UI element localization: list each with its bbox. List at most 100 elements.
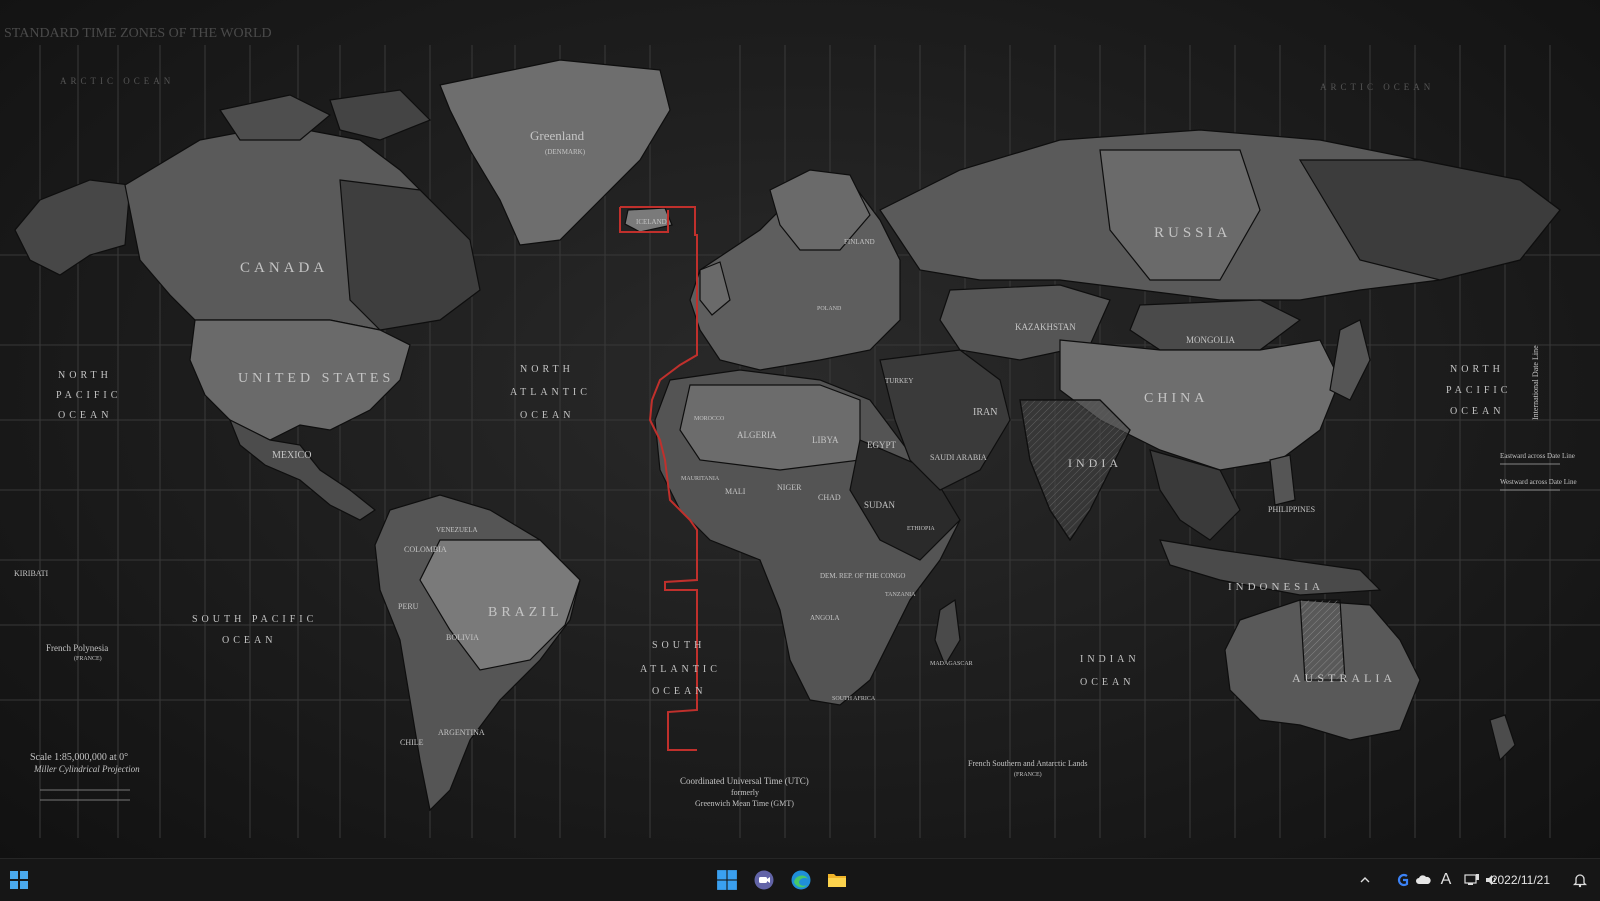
tray-ime[interactable]: A bbox=[1436, 859, 1456, 901]
label-north-pacific-east-1: NORTH bbox=[1450, 364, 1504, 375]
landmass-new-zealand bbox=[1489, 714, 1516, 762]
label-date-line: International Date Line bbox=[1531, 345, 1540, 420]
label-united-states: UNITED STATES bbox=[238, 371, 394, 386]
label-bolivia: BOLIVIA bbox=[446, 633, 479, 642]
landmass-japan bbox=[1329, 319, 1371, 401]
windows-logo-icon bbox=[717, 870, 737, 890]
label-kiribati: KIRIBATI bbox=[14, 569, 49, 578]
label-china: CHINA bbox=[1144, 391, 1208, 406]
label-north-atlantic-3: OCEAN bbox=[520, 410, 574, 421]
label-madagascar: MADAGASCAR bbox=[930, 661, 973, 667]
label-greenland: Greenland bbox=[530, 128, 585, 143]
show-hidden-icons-button[interactable] bbox=[1354, 859, 1376, 901]
label-australia: AUSTRALIA bbox=[1292, 671, 1396, 685]
label-brazil: BRAZIL bbox=[488, 605, 563, 620]
taskbar-clock-date[interactable]: 2022/11/21 bbox=[1491, 873, 1550, 887]
label-north-pacific-3: OCEAN bbox=[58, 410, 112, 421]
label-eastward: Eastward across Date Line bbox=[1500, 452, 1575, 460]
label-argentina: ARGENTINA bbox=[438, 728, 485, 737]
label-south-africa: SOUTH AFRICA bbox=[832, 696, 876, 702]
label-egypt: EGYPT bbox=[867, 440, 897, 450]
label-mongolia: MONGOLIA bbox=[1186, 335, 1235, 345]
label-scale: Scale 1:85,000,000 at 0° bbox=[30, 752, 128, 763]
label-mali: MALI bbox=[725, 487, 746, 496]
label-arctic: ARCTIC OCEAN bbox=[60, 76, 174, 86]
tray-network[interactable] bbox=[1462, 859, 1482, 901]
label-south-atlantic-1: SOUTH bbox=[652, 640, 705, 651]
label-indonesia: INDONESIA bbox=[1228, 581, 1324, 593]
label-libya: LIBYA bbox=[812, 435, 839, 445]
label-arctic-east: ARCTIC OCEAN bbox=[1320, 82, 1434, 92]
chevron-up-icon bbox=[1360, 877, 1370, 883]
label-sudan: SUDAN bbox=[864, 500, 896, 510]
label-north-atlantic-2: ATLANTIC bbox=[510, 387, 591, 398]
label-french-southern: French Southern and Antarctic Lands bbox=[968, 759, 1088, 768]
notification-bell-icon bbox=[1573, 874, 1587, 888]
date-line-annotations: International Date Line Eastward across … bbox=[1500, 345, 1577, 491]
network-icon bbox=[1464, 874, 1479, 885]
label-niger: NIGER bbox=[777, 483, 802, 492]
ime-icon: A bbox=[1440, 871, 1452, 888]
label-poland: POLAND bbox=[817, 306, 842, 312]
scale-legend: Scale 1:85,000,000 at 0° Miller Cylindri… bbox=[30, 752, 140, 801]
label-utc-2: formerly bbox=[731, 788, 759, 797]
landmass-north-africa bbox=[679, 384, 861, 471]
label-mauritania: MAURITANIA bbox=[681, 476, 720, 482]
label-ethiopia: ETHIOPIA bbox=[907, 526, 935, 532]
teams-chat-icon bbox=[754, 870, 774, 890]
label-south-pacific-2: OCEAN bbox=[222, 635, 276, 646]
file-explorer-icon bbox=[828, 874, 846, 887]
label-south-atlantic-2: ATLANTIC bbox=[640, 664, 721, 675]
desktop-wallpaper: STANDARD TIME ZONES OF THE WORLD CANADA … bbox=[0, 0, 1600, 858]
label-projection: Miller Cylindrical Projection bbox=[33, 764, 140, 774]
label-north-pacific-east-2: PACIFIC bbox=[1446, 385, 1511, 396]
file-explorer-button[interactable] bbox=[821, 864, 853, 896]
onedrive-cloud-icon bbox=[1416, 875, 1431, 884]
label-iceland: ICELAND bbox=[636, 218, 667, 226]
utc-note: Coordinated Universal Time (UTC) formerl… bbox=[680, 776, 809, 808]
start-button[interactable] bbox=[3, 864, 35, 896]
label-indian-1: INDIAN bbox=[1080, 654, 1140, 665]
taskbar: A 2022/11/21 bbox=[0, 858, 1600, 901]
label-venezuela: VENEZUELA bbox=[436, 526, 478, 534]
label-mexico: MEXICO bbox=[272, 450, 311, 461]
label-french-polynesia-sub: (FRANCE) bbox=[74, 655, 102, 662]
label-india: INDIA bbox=[1068, 456, 1122, 470]
notification-button[interactable] bbox=[1570, 859, 1590, 901]
edge-browser-button[interactable] bbox=[785, 864, 817, 896]
label-peru: PERU bbox=[398, 602, 419, 611]
landmass-alaska bbox=[14, 179, 131, 276]
label-north-pacific-1: NORTH bbox=[58, 370, 112, 381]
teams-chat-button[interactable] bbox=[748, 864, 780, 896]
landmass-canada-east bbox=[339, 179, 481, 331]
landmasses bbox=[14, 59, 1561, 812]
label-turkey: TURKEY bbox=[885, 377, 913, 385]
label-dem-rep-congo: DEM. REP. OF THE CONGO bbox=[820, 572, 905, 580]
landmass-philippines bbox=[1269, 454, 1296, 506]
label-finland: FINLAND bbox=[844, 238, 875, 246]
label-saudi-arabia: SAUDI ARABIA bbox=[930, 453, 987, 462]
label-philippines: PHILIPPINES bbox=[1268, 505, 1315, 514]
tray-onedrive[interactable] bbox=[1412, 859, 1434, 901]
label-morocco: MOROCCO bbox=[694, 416, 725, 422]
label-westward: Westward across Date Line bbox=[1500, 478, 1577, 486]
label-tanzania: TANZANIA bbox=[885, 592, 916, 598]
map-title: STANDARD TIME ZONES OF THE WORLD bbox=[4, 26, 272, 41]
label-french-southern-sub: (FRANCE) bbox=[1014, 771, 1042, 778]
world-time-zone-map: STANDARD TIME ZONES OF THE WORLD CANADA … bbox=[0, 26, 1600, 838]
label-colombia: COLOMBIA bbox=[404, 545, 447, 554]
windows-logo-button[interactable] bbox=[711, 864, 743, 896]
label-algeria: ALGERIA bbox=[737, 430, 777, 440]
label-indian-2: OCEAN bbox=[1080, 677, 1134, 688]
label-french-polynesia: French Polynesia bbox=[46, 643, 108, 653]
label-south-atlantic-3: OCEAN bbox=[652, 686, 706, 697]
landmass-mexico bbox=[228, 418, 377, 521]
landmass-madagascar bbox=[934, 598, 961, 667]
windows-start-icon bbox=[10, 871, 28, 889]
label-chad: CHAD bbox=[818, 493, 841, 502]
label-kazakhstan: KAZAKHSTAN bbox=[1015, 322, 1076, 332]
label-canada: CANADA bbox=[240, 260, 328, 276]
label-utc-1: Coordinated Universal Time (UTC) bbox=[680, 776, 809, 786]
edge-browser-icon bbox=[791, 870, 811, 890]
tray-g-app[interactable] bbox=[1394, 859, 1412, 901]
